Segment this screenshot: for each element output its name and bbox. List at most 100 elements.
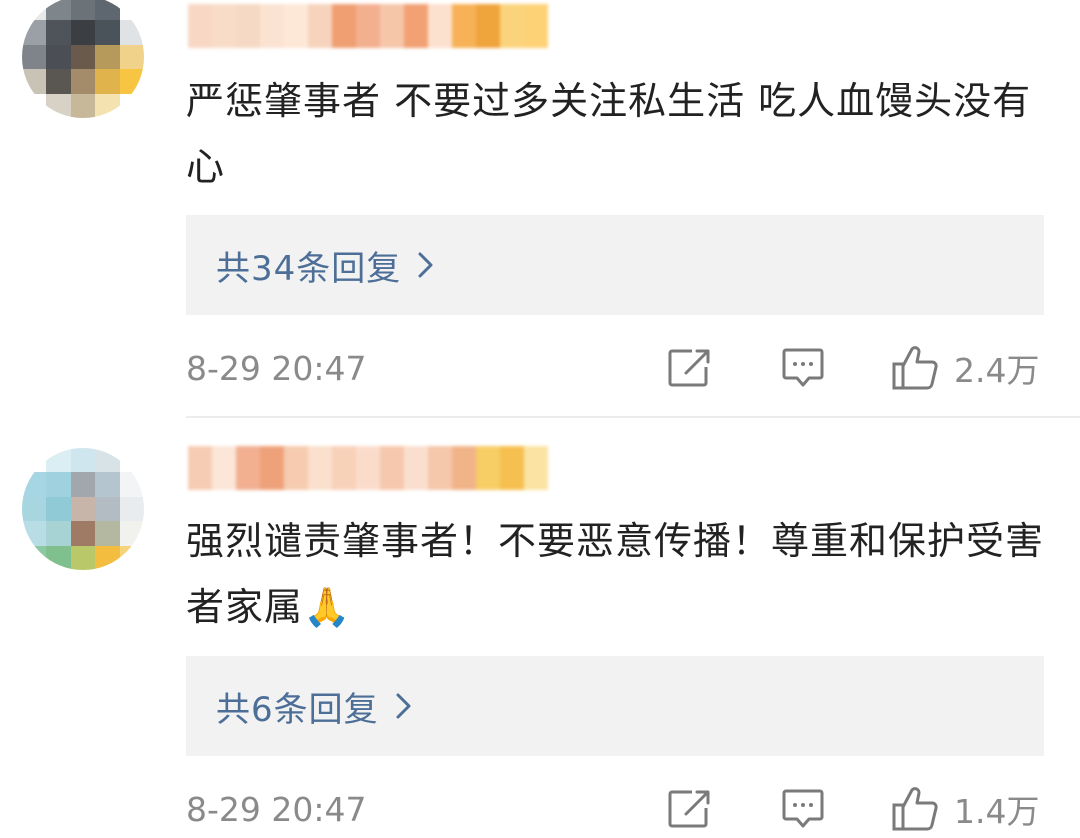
avatar-pixel bbox=[119, 93, 144, 118]
replies-count-label: 共6条回复 bbox=[216, 689, 379, 730]
avatar-pixel bbox=[46, 496, 71, 522]
avatar-pixel bbox=[22, 20, 47, 45]
avatar-pixel bbox=[46, 20, 71, 45]
avatar-pixel bbox=[95, 20, 120, 45]
view-replies-button[interactable]: 共6条回复 bbox=[186, 656, 1044, 756]
username-pixel bbox=[332, 446, 356, 490]
avatar[interactable] bbox=[22, 448, 144, 570]
avatar-pixel bbox=[95, 545, 120, 570]
avatar-pixel bbox=[95, 44, 120, 70]
avatar-pixel bbox=[119, 521, 144, 546]
username-pixel bbox=[380, 4, 404, 48]
avatar-pixel bbox=[95, 69, 120, 94]
avatar-pixel bbox=[70, 496, 96, 522]
avatar-pixel bbox=[119, 448, 144, 473]
avatar-pixel bbox=[119, 20, 144, 45]
username-pixel bbox=[404, 4, 428, 48]
timestamp: 8-29 20:47 bbox=[186, 789, 367, 829]
thumbs-up-icon bbox=[892, 787, 938, 831]
username-pixel bbox=[380, 446, 404, 490]
avatar-pixel bbox=[46, 545, 71, 570]
avatar-pixel bbox=[46, 44, 71, 70]
username-blurred[interactable] bbox=[188, 4, 548, 48]
avatar-pixel bbox=[95, 448, 120, 473]
avatar-pixel bbox=[70, 69, 96, 94]
username-pixel bbox=[236, 446, 260, 490]
avatar-pixel bbox=[46, 448, 71, 473]
share-icon bbox=[668, 790, 710, 828]
comment-button[interactable] bbox=[782, 348, 824, 388]
username-pixel bbox=[524, 4, 548, 48]
share-button[interactable] bbox=[668, 790, 710, 828]
avatar-pixel bbox=[22, 545, 47, 570]
view-replies-button[interactable]: 共34条回复 bbox=[186, 215, 1044, 315]
avatar-pixel bbox=[70, 93, 96, 118]
thumbs-up-icon bbox=[892, 346, 938, 390]
avatar-pixel bbox=[70, 0, 96, 21]
username-pixel bbox=[404, 446, 428, 490]
avatar-pixel bbox=[22, 521, 47, 546]
like-count: 1.4万 bbox=[954, 792, 1040, 831]
avatar-pixel bbox=[46, 69, 71, 94]
avatar-pixel bbox=[119, 44, 144, 70]
avatar-pixel bbox=[70, 20, 96, 45]
avatar-pixel bbox=[95, 521, 120, 546]
timestamp: 8-29 20:47 bbox=[186, 348, 367, 388]
avatar-pixel bbox=[95, 0, 120, 21]
username-pixel bbox=[428, 446, 452, 490]
share-icon bbox=[668, 349, 710, 387]
username-pixel bbox=[452, 446, 476, 490]
username-blurred[interactable] bbox=[188, 446, 548, 490]
avatar-pixel bbox=[70, 472, 96, 497]
like-button[interactable]: 2.4万 bbox=[892, 344, 1039, 392]
avatar-pixel bbox=[70, 521, 96, 546]
username-pixel bbox=[332, 4, 356, 48]
like-button[interactable]: 1.4万 bbox=[892, 785, 1039, 833]
username-pixel bbox=[236, 4, 260, 48]
avatar-pixel bbox=[70, 44, 96, 70]
username-pixel bbox=[260, 4, 284, 48]
comment-button[interactable] bbox=[782, 789, 824, 829]
avatar-pixel bbox=[119, 69, 144, 94]
avatar-pixel bbox=[95, 472, 120, 497]
avatar-pixel bbox=[22, 448, 47, 473]
avatar[interactable] bbox=[22, 0, 144, 118]
avatar-pixel bbox=[119, 472, 144, 497]
username-pixel bbox=[500, 446, 524, 490]
username-pixel bbox=[188, 446, 212, 490]
username-pixel bbox=[476, 4, 500, 48]
avatar-pixel bbox=[46, 0, 71, 21]
username-pixel bbox=[212, 4, 236, 48]
username-pixel bbox=[356, 446, 380, 490]
username-pixel bbox=[452, 4, 476, 48]
avatar-pixel bbox=[119, 545, 144, 570]
username-pixel bbox=[308, 4, 332, 48]
username-pixel bbox=[524, 446, 548, 490]
username-pixel bbox=[284, 446, 308, 490]
avatar-pixel bbox=[95, 93, 120, 118]
avatar-pixel bbox=[22, 472, 47, 497]
comment-icon bbox=[782, 348, 824, 387]
share-button[interactable] bbox=[668, 349, 710, 387]
username-pixel bbox=[260, 446, 284, 490]
avatar-pixel bbox=[22, 44, 47, 70]
like-count: 2.4万 bbox=[954, 351, 1040, 390]
username-pixel bbox=[476, 446, 500, 490]
avatar-pixel bbox=[119, 496, 144, 522]
chevron-right-icon bbox=[395, 692, 413, 720]
username-pixel bbox=[212, 446, 236, 490]
replies-count-label: 共34条回复 bbox=[216, 248, 402, 289]
comment-text: 强烈谴责肇事者！不要恶意传播！尊重和保护受害者家属🙏 bbox=[186, 519, 1045, 629]
comment-meta-row: 8-29 20:47 2.4万 bbox=[186, 343, 1044, 393]
avatar-pixel bbox=[119, 0, 144, 21]
comment-text: 严惩肇事者 不要过多关注私生活 吃人血馒头没有心 bbox=[186, 79, 1032, 189]
avatar-pixel bbox=[46, 472, 71, 497]
username-pixel bbox=[500, 4, 524, 48]
avatar-pixel bbox=[46, 93, 71, 118]
username-pixel bbox=[308, 446, 332, 490]
avatar-pixel bbox=[95, 496, 120, 522]
username-pixel bbox=[284, 4, 308, 48]
avatar-pixel bbox=[22, 93, 47, 118]
chevron-right-icon bbox=[417, 251, 435, 279]
avatar-pixel bbox=[70, 448, 96, 473]
